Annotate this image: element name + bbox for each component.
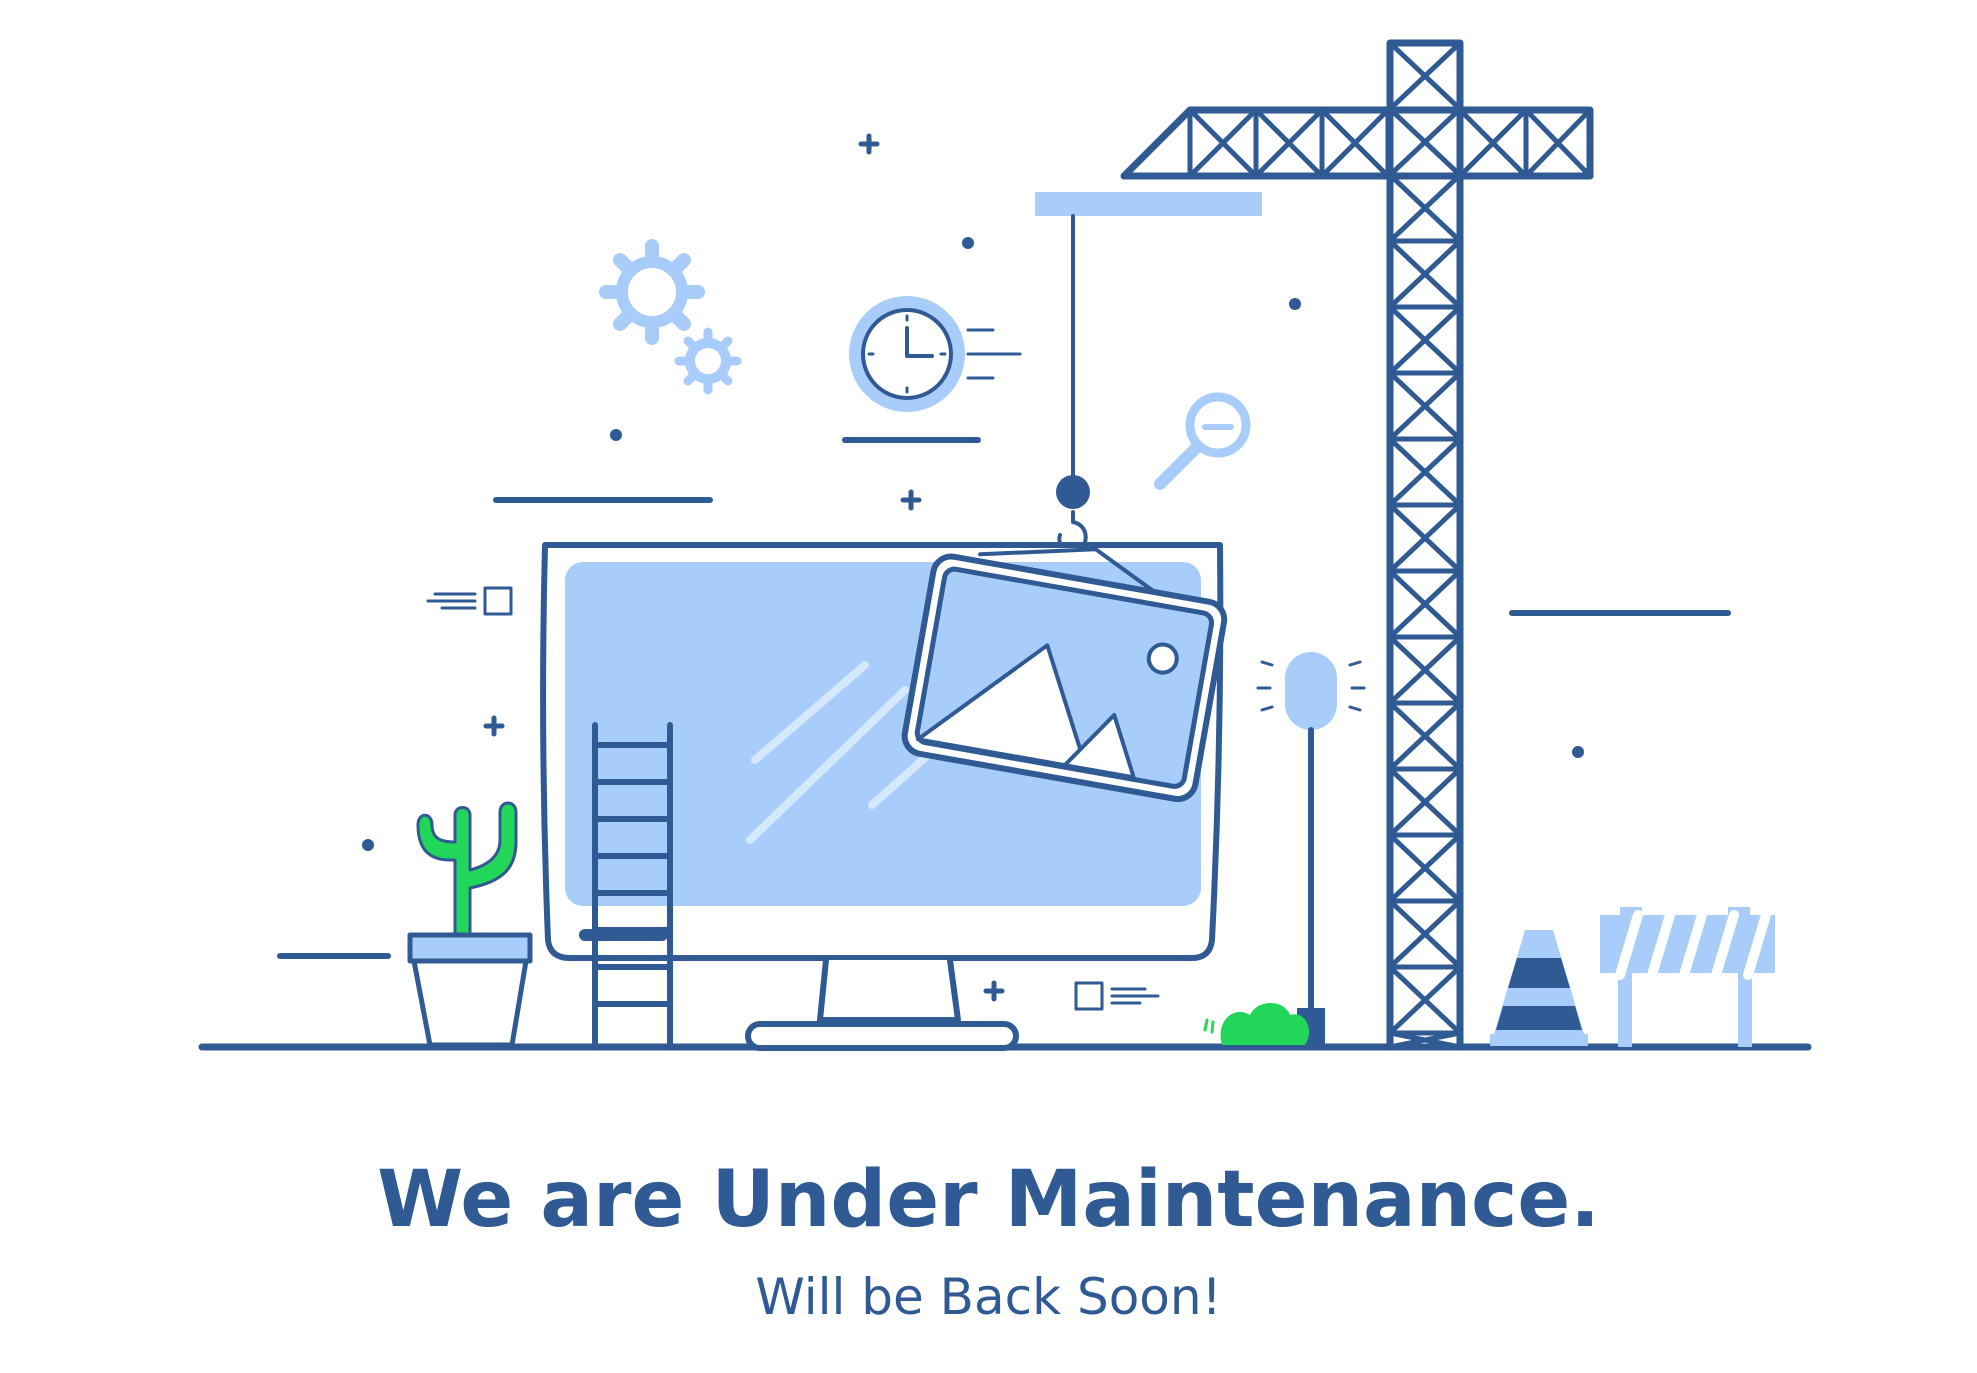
page-subtitle: Will be Back Soon! <box>755 1268 1222 1326</box>
magnifier-icon <box>1154 392 1251 490</box>
cactus-icon <box>407 801 533 1048</box>
gears-icon <box>599 239 742 395</box>
speed-square-icon <box>426 586 513 616</box>
crane-weight <box>1056 475 1090 509</box>
speed-square-icon <box>1074 981 1160 1011</box>
traffic-cone-icon <box>1490 930 1588 1046</box>
bush-icon <box>1203 1002 1310 1045</box>
clock-icon <box>849 296 1022 412</box>
lamp-icon <box>1256 652 1366 1047</box>
page-title: We are Under Maintenance. <box>377 1155 1600 1245</box>
crane-bar <box>1035 192 1262 216</box>
